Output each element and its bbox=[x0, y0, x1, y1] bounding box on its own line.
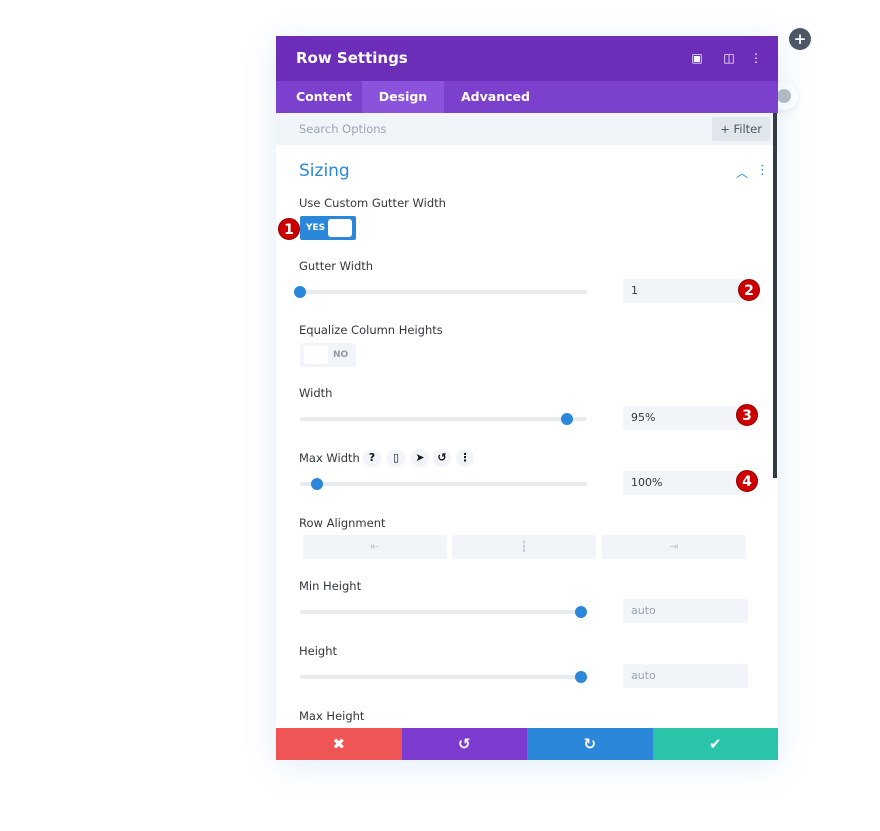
responsive-icon[interactable]: ▯ bbox=[387, 449, 405, 467]
tab-advanced[interactable]: Advanced bbox=[441, 81, 550, 113]
field-label: Min Height bbox=[299, 579, 362, 593]
field-label: Equalize Column Heights bbox=[299, 323, 443, 337]
width-slider[interactable] bbox=[300, 413, 587, 425]
panel-header: Row Settings ▣ ◫ ⋮ bbox=[276, 36, 778, 81]
align-center-button[interactable]: ┇ bbox=[452, 535, 596, 559]
equalize-toggle[interactable]: NO bbox=[300, 343, 356, 367]
tab-content[interactable]: Content bbox=[276, 81, 372, 113]
tab-design[interactable]: Design bbox=[362, 81, 444, 113]
more-icon[interactable]: ⋮ bbox=[748, 50, 764, 66]
hover-cursor-icon[interactable]: ➤ bbox=[411, 449, 429, 467]
undo-button[interactable]: ↺ bbox=[401, 728, 527, 760]
field-label: Width bbox=[299, 386, 333, 400]
more-icon[interactable]: ⋮ bbox=[456, 449, 474, 467]
step-badge: 1 bbox=[278, 218, 300, 240]
toggle-knob bbox=[328, 219, 352, 237]
height-slider[interactable] bbox=[300, 671, 588, 683]
step-badge: 4 bbox=[736, 470, 758, 492]
toggle-label: YES bbox=[306, 223, 326, 233]
align-left-button[interactable]: ⇤ bbox=[303, 535, 447, 559]
add-button[interactable]: + bbox=[789, 28, 811, 50]
row-settings-panel: Row Settings ▣ ◫ ⋮ Content Design Advanc… bbox=[276, 36, 778, 760]
field-label: Use Custom Gutter Width bbox=[299, 196, 446, 210]
filter-button[interactable]: + Filter bbox=[712, 117, 770, 141]
field-label: Height bbox=[299, 644, 338, 658]
height-input[interactable]: auto bbox=[623, 664, 748, 688]
redo-button[interactable]: ↻ bbox=[527, 728, 653, 760]
search-input[interactable]: Search Options bbox=[299, 122, 387, 136]
tab-bar: Content Design Advanced bbox=[276, 81, 778, 113]
scrollbar[interactable] bbox=[773, 113, 777, 478]
chevron-up-icon[interactable]: ︿ bbox=[736, 164, 748, 181]
split-view-icon[interactable]: ◫ bbox=[721, 50, 737, 66]
footer-actions: ✖ ↺ ↻ ✔ bbox=[276, 728, 778, 760]
gutter-width-input[interactable]: 1 bbox=[623, 279, 748, 303]
field-label: Gutter Width bbox=[299, 259, 374, 273]
min-height-slider[interactable] bbox=[300, 606, 588, 618]
toggle-knob bbox=[304, 346, 328, 364]
fullscreen-icon[interactable]: ▣ bbox=[689, 50, 705, 66]
reset-icon[interactable]: ↺ bbox=[433, 449, 451, 467]
step-badge: 2 bbox=[738, 279, 760, 301]
panel-title: Row Settings bbox=[296, 49, 408, 67]
custom-gutter-toggle[interactable]: YES bbox=[300, 216, 356, 240]
search-bar[interactable]: Search Options + Filter bbox=[276, 113, 778, 145]
field-label: Max Height bbox=[299, 709, 365, 723]
slider-thumb[interactable] bbox=[311, 478, 324, 490]
slider-thumb[interactable] bbox=[560, 413, 573, 425]
width-input[interactable]: 95% bbox=[623, 406, 748, 430]
slider-thumb[interactable] bbox=[575, 671, 588, 683]
toggle-label: NO bbox=[333, 350, 349, 360]
align-right-button[interactable]: ⇥ bbox=[602, 535, 746, 559]
max-width-input[interactable]: 100% bbox=[623, 471, 748, 495]
section-more-icon[interactable]: ⋮ bbox=[756, 163, 769, 178]
field-label: Row Alignment bbox=[299, 516, 386, 530]
slider-thumb[interactable] bbox=[294, 286, 306, 298]
save-button[interactable]: ✔ bbox=[652, 728, 778, 760]
field-label: Max Width bbox=[299, 451, 360, 465]
help-icon[interactable]: ? bbox=[363, 449, 381, 467]
step-badge: 3 bbox=[736, 404, 758, 426]
max-width-slider[interactable] bbox=[300, 478, 587, 490]
slider-thumb[interactable] bbox=[575, 606, 588, 618]
gutter-width-slider[interactable] bbox=[294, 286, 587, 298]
min-height-input[interactable]: auto bbox=[623, 599, 748, 623]
section-title: Sizing bbox=[299, 161, 350, 181]
cancel-button[interactable]: ✖ bbox=[276, 728, 402, 760]
